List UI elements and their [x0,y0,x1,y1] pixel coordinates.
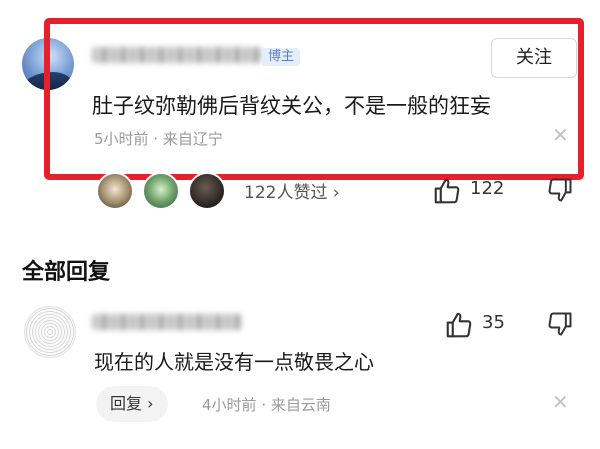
liker-avatar[interactable] [188,172,226,210]
reply-meta: 4小时前 · 来自云南 [202,394,331,415]
reply-button[interactable]: 回复 › [96,386,168,422]
reply-time: 4小时前 [202,396,257,414]
thumbs-down-icon[interactable] [546,310,574,338]
highlight-box [44,18,584,180]
thumbs-up-icon[interactable] [432,176,462,206]
liker-avatar[interactable] [142,172,180,210]
thumbs-up-icon[interactable] [444,310,474,340]
meta-separator: · [256,396,271,414]
thumbs-down-icon[interactable] [546,176,574,204]
close-icon[interactable]: ✕ [552,392,569,412]
likers-link[interactable]: 122人赞过 › [244,178,340,203]
replier-name-redacted[interactable] [92,314,242,330]
replier-avatar[interactable] [24,306,76,358]
like-count: 122 [470,178,505,199]
reply-location: 来自云南 [270,396,331,414]
section-title: 全部回复 [22,260,111,285]
like-count: 35 [482,312,505,333]
reply-text: 现在的人就是没有一点敬畏之心 [94,350,374,374]
liker-avatar[interactable] [96,172,134,210]
